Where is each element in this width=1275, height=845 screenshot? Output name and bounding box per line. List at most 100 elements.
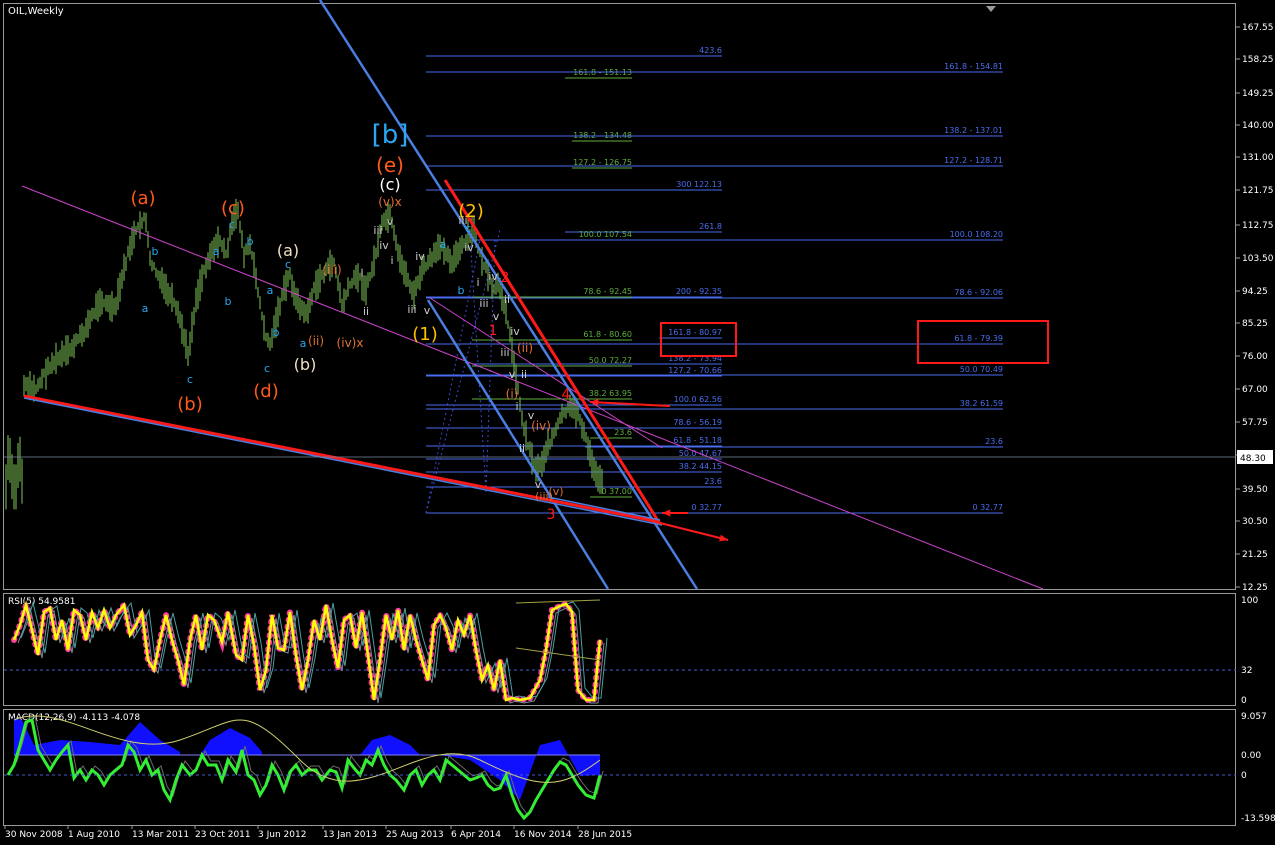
wave-sublabel: iii [458,214,467,227]
time-tick-label: 28 Jun 2015 [578,830,632,840]
wave-label: 2 [501,270,510,286]
wave-label: (iv)x [337,336,364,350]
wave-sublabel: b [152,245,159,258]
price-tick-label: 140.00 [1242,121,1274,131]
time-tick-label: 3 Jun 2012 [258,830,306,840]
wave-sublabel: a [142,302,149,315]
price-tick-label: 39.50 [1242,485,1268,495]
wave-sublabel: c [285,258,291,271]
time-tick-label: 23 Oct 2011 [195,830,251,840]
wave-sublabel: a [440,238,447,251]
fib-level-label: 23.6 [614,428,632,437]
fib-extension-label: 50.0 70.49 [960,365,1003,374]
wave-sublabel: iii [500,346,509,359]
wave-sublabel: v [493,310,500,323]
fib-extension-label: 161.8 - 154.81 [944,62,1003,71]
wave-label: (c) [379,175,400,194]
price-tick-label: 12.25 [1242,583,1268,593]
magenta-trendline [21,185,1044,590]
price-tick-label: 85.25 [1242,319,1268,329]
wave-sublabel: c [264,362,270,375]
fibonacci-levels: 423.6161.8 - 151.13138.2 - 134.48127.2 -… [425,46,1003,514]
fib-level-label: 23.6 [704,477,722,486]
wave-label: 1 [489,323,498,339]
fib-level-label: 61.8 - 51.18 [673,436,722,445]
fib-extension-label: 0 32.77 [972,503,1003,512]
wave-sublabel: i [360,267,363,280]
wave-label: (iii) [322,263,341,277]
wave-sublabel: iv [415,250,425,263]
rsi-title: RSI(5) 54.9581 [8,597,75,607]
wave-sublabel: b [458,284,465,297]
fib-level-label: 200 - 92.35 [676,287,722,296]
wave-label: (b) [294,355,317,374]
wave-sublabel: b [247,235,254,248]
trend-lines [21,0,1044,590]
rsi-lines [11,593,608,704]
arrow-target-head [662,509,671,517]
wave-sublabel: v [387,215,394,228]
price-tick-label: 76.00 [1242,352,1268,362]
time-tick-label: 16 Nov 2014 [514,830,572,840]
fib-extension-label: 78.6 - 92.06 [954,288,1003,297]
fib-level-label: 0 32.77 [691,503,722,512]
price-tick-label: 167.55 [1242,23,1274,33]
macd-tick-max: 9.057 [1241,712,1267,722]
fib-extension-label: 127.2 - 128.71 [944,156,1003,165]
wave-sublabel: v [509,368,516,381]
macd-tick-min: -13.598 [1241,814,1275,824]
rsi-mid-band [515,647,601,661]
fib-extension-label: 23.6 [985,437,1003,446]
wave-sublabel: iii [373,224,382,237]
fib-level-label: 161.8 - 80.97 [668,328,722,337]
current-price-label: 48.30 [1240,454,1266,464]
time-tick-label: 30 Nov 2008 [5,830,63,840]
fib-level-label: 0 37.00 [601,487,632,496]
chart-window: OIL,Weekly 423.6 161.8 - 151.13 138.2 - 13… [0,0,1275,841]
wave-sublabel: ii [363,305,369,318]
fib-level-label: 423.6 [699,46,722,55]
wave-sublabel: iii [407,303,416,316]
wave-label: (c) [221,198,245,219]
wave-label: (v) [548,485,563,498]
wave-sublabel: ii [504,293,510,306]
price-tick-label: 103.50 [1242,254,1274,264]
wave-sublabel: iv [510,325,520,338]
wave-sublabel: iv [379,239,389,252]
wave-sublabel: v [424,304,431,317]
wave-sublabel: ii [519,442,525,455]
fib-extension-label: 100.0 108.20 [950,230,1003,239]
wave-sublabel: a [300,337,307,350]
wave-sublabel: c [229,218,235,231]
macd-histogram-upper-3 [360,735,420,755]
fib-level-label: 61.8 - 80.60 [583,330,632,339]
time-tick-label: 1 Aug 2010 [68,830,120,840]
collapse-arrow-icon[interactable] [986,6,996,12]
price-bars-history [5,435,23,510]
wave-label: [b] [372,120,409,150]
wave-sublabel: a [213,245,220,258]
fib-level-label: 78.6 - 92.45 [583,287,632,296]
wave-sublabel: a [267,284,274,297]
wave-sublabel: ii [521,368,527,381]
rsi-tick-32: 32 [1241,666,1252,676]
price-tick-label: 30.50 [1242,517,1268,527]
wave-label: (v)x [378,195,402,209]
wave-label: (e) [376,153,404,177]
target-blue-line [547,496,661,521]
wave-sublabel: c [187,373,193,386]
fib-extension-label: 61.8 - 79.39 [954,334,1003,343]
wave-label: 4 [562,387,571,403]
arrow-projection [639,517,729,541]
wave-label: (ii) [308,334,324,348]
time-tick-label: 6 Apr 2014 [451,830,501,840]
fib-level-label: 300 122.13 [676,180,722,189]
wave-label: (1) [412,324,438,345]
chart-canvas[interactable]: OIL,Weekly 423.6161.8 - 151.13138.2 - 13… [0,0,1275,841]
time-tick-label: 25 Aug 2013 [386,830,444,840]
chart-title: OIL,Weekly [8,6,64,17]
fib-level-label: 261.8 [699,222,722,231]
price-tick-label: 149.25 [1242,89,1274,99]
wave-label: (i) [506,387,519,401]
wave-sublabel: v [535,478,542,491]
